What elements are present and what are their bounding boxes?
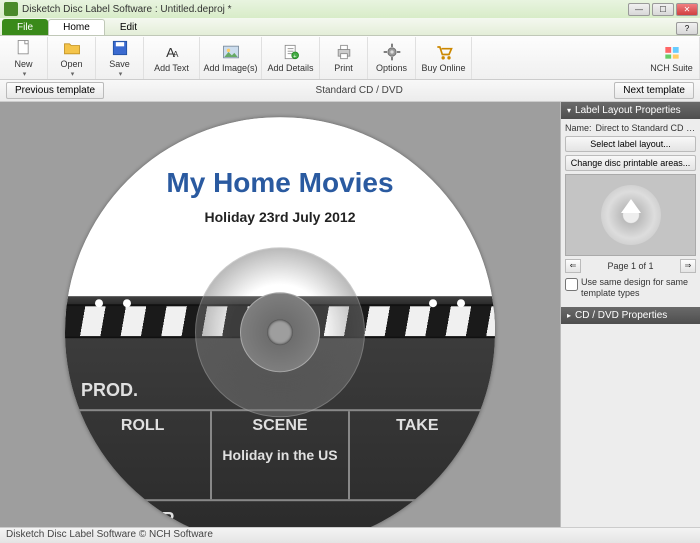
svg-text:A: A (172, 49, 178, 59)
print-button[interactable]: Print (320, 37, 368, 79)
pager: ⇐ Page 1 of 1 ⇒ (565, 259, 696, 273)
disc-title-text[interactable]: My Home Movies (65, 167, 495, 199)
next-template-button[interactable]: Next template (614, 82, 694, 99)
disc-spindle-hole (267, 319, 293, 345)
open-icon (62, 38, 82, 58)
slate-director: DIRECTOR (75, 501, 485, 527)
label-layout-header[interactable]: ▾ Label Layout Properties (561, 102, 700, 119)
template-navbar: Previous template Standard CD / DVD Next… (0, 80, 700, 102)
page-next-button[interactable]: ⇒ (680, 259, 696, 273)
window-title: Disketch Disc Label Software : Untitled.… (22, 4, 628, 15)
print-label: Print (334, 63, 353, 73)
minimize-button[interactable]: — (628, 3, 650, 16)
name-label: Name: (565, 123, 592, 133)
new-button[interactable]: New▾ (0, 37, 48, 79)
change-printable-areas-button[interactable]: Change disc printable areas... (565, 155, 696, 171)
svg-text:+: + (293, 54, 297, 60)
cd-dvd-properties-header[interactable]: ▸ CD / DVD Properties (561, 307, 700, 324)
close-button[interactable]: ✕ (676, 3, 698, 16)
status-bar: Disketch Disc Label Software © NCH Softw… (0, 527, 700, 543)
add-images-label: Add Image(s) (203, 63, 257, 73)
disc-label[interactable]: My Home Movies Holiday 23rd July 2012 PR… (65, 117, 495, 527)
open-label: Open (60, 59, 82, 69)
slate-take-label: TAKE (350, 417, 485, 435)
same-design-checkbox[interactable]: Use same design for same template types (565, 277, 696, 299)
slate-scene-value[interactable]: Holiday in the US (212, 447, 347, 463)
nch-suite-label: NCH Suite (650, 63, 693, 73)
options-button[interactable]: Options (368, 37, 416, 79)
add-text-button[interactable]: AA Add Text (144, 37, 200, 79)
options-label: Options (376, 63, 407, 73)
slate-scene-cell: SCENE Holiday in the US (212, 411, 349, 499)
chevron-right-icon: ▸ (567, 311, 571, 320)
tab-edit[interactable]: Edit (105, 19, 152, 35)
save-button[interactable]: Save▾ (96, 37, 144, 79)
preview-arrow-icon (621, 199, 641, 213)
cart-icon (434, 42, 454, 62)
previous-template-button[interactable]: Previous template (6, 82, 104, 99)
clapper-dot (429, 299, 437, 307)
clapper-dot (457, 299, 465, 307)
details-icon: + (281, 42, 301, 62)
buy-online-label: Buy Online (421, 63, 465, 73)
tab-home[interactable]: Home (48, 19, 105, 35)
page-prev-button[interactable]: ⇐ (565, 259, 581, 273)
new-label: New (14, 59, 32, 69)
text-icon: AA (162, 42, 182, 62)
app-icon (4, 2, 18, 16)
side-panel: ▾ Label Layout Properties Name: Direct t… (560, 102, 700, 527)
page-indicator: Page 1 of 1 (607, 261, 653, 271)
maximize-button[interactable]: ☐ (652, 3, 674, 16)
open-button[interactable]: Open▾ (48, 37, 96, 79)
nch-suite-button[interactable]: NCH Suite (644, 37, 700, 79)
main-area: My Home Movies Holiday 23rd July 2012 PR… (0, 102, 700, 527)
suite-icon (662, 42, 682, 62)
add-details-button[interactable]: + Add Details (262, 37, 320, 79)
name-value: Direct to Standard CD / DVD (596, 123, 696, 133)
status-text: Disketch Disc Label Software © NCH Softw… (6, 529, 213, 540)
preview-disc-icon (601, 185, 661, 245)
label-layout-title: Label Layout Properties (575, 105, 681, 116)
design-canvas[interactable]: My Home Movies Holiday 23rd July 2012 PR… (0, 102, 560, 527)
template-name: Standard CD / DVD (104, 85, 614, 96)
ribbon-toolbar: New▾ Open▾ Save▾ AA Add Text Add Image(s… (0, 36, 700, 80)
buy-online-button[interactable]: Buy Online (416, 37, 472, 79)
print-icon (334, 42, 354, 62)
add-details-label: Add Details (267, 63, 313, 73)
slate-scene-label: SCENE (212, 417, 347, 435)
layout-preview (565, 174, 696, 256)
clapper-dot (123, 299, 131, 307)
image-icon (221, 42, 241, 62)
tab-file[interactable]: File (2, 19, 48, 35)
window-titlebar: Disketch Disc Label Software : Untitled.… (0, 0, 700, 18)
window-help-button[interactable]: ? (676, 22, 698, 35)
add-text-label: Add Text (154, 63, 189, 73)
cd-dvd-properties-title: CD / DVD Properties (575, 310, 667, 321)
chevron-down-icon: ▾ (567, 106, 571, 115)
menu-tabs: File Home Edit ? (0, 18, 700, 36)
same-design-label: Use same design for same template types (581, 277, 696, 299)
slate-roll-cell: ROLL (75, 411, 212, 499)
save-icon (110, 38, 130, 58)
select-label-layout-button[interactable]: Select label layout... (565, 136, 696, 152)
new-icon (14, 38, 34, 58)
save-label: Save (109, 59, 130, 69)
clapper-dot (95, 299, 103, 307)
gear-icon (382, 42, 402, 62)
slate-roll-label: ROLL (75, 417, 210, 435)
same-design-checkbox-input[interactable] (565, 278, 578, 291)
slate-take-cell: TAKE (350, 411, 485, 499)
add-images-button[interactable]: Add Image(s) (200, 37, 262, 79)
disc-subtitle-text[interactable]: Holiday 23rd July 2012 (65, 209, 495, 225)
